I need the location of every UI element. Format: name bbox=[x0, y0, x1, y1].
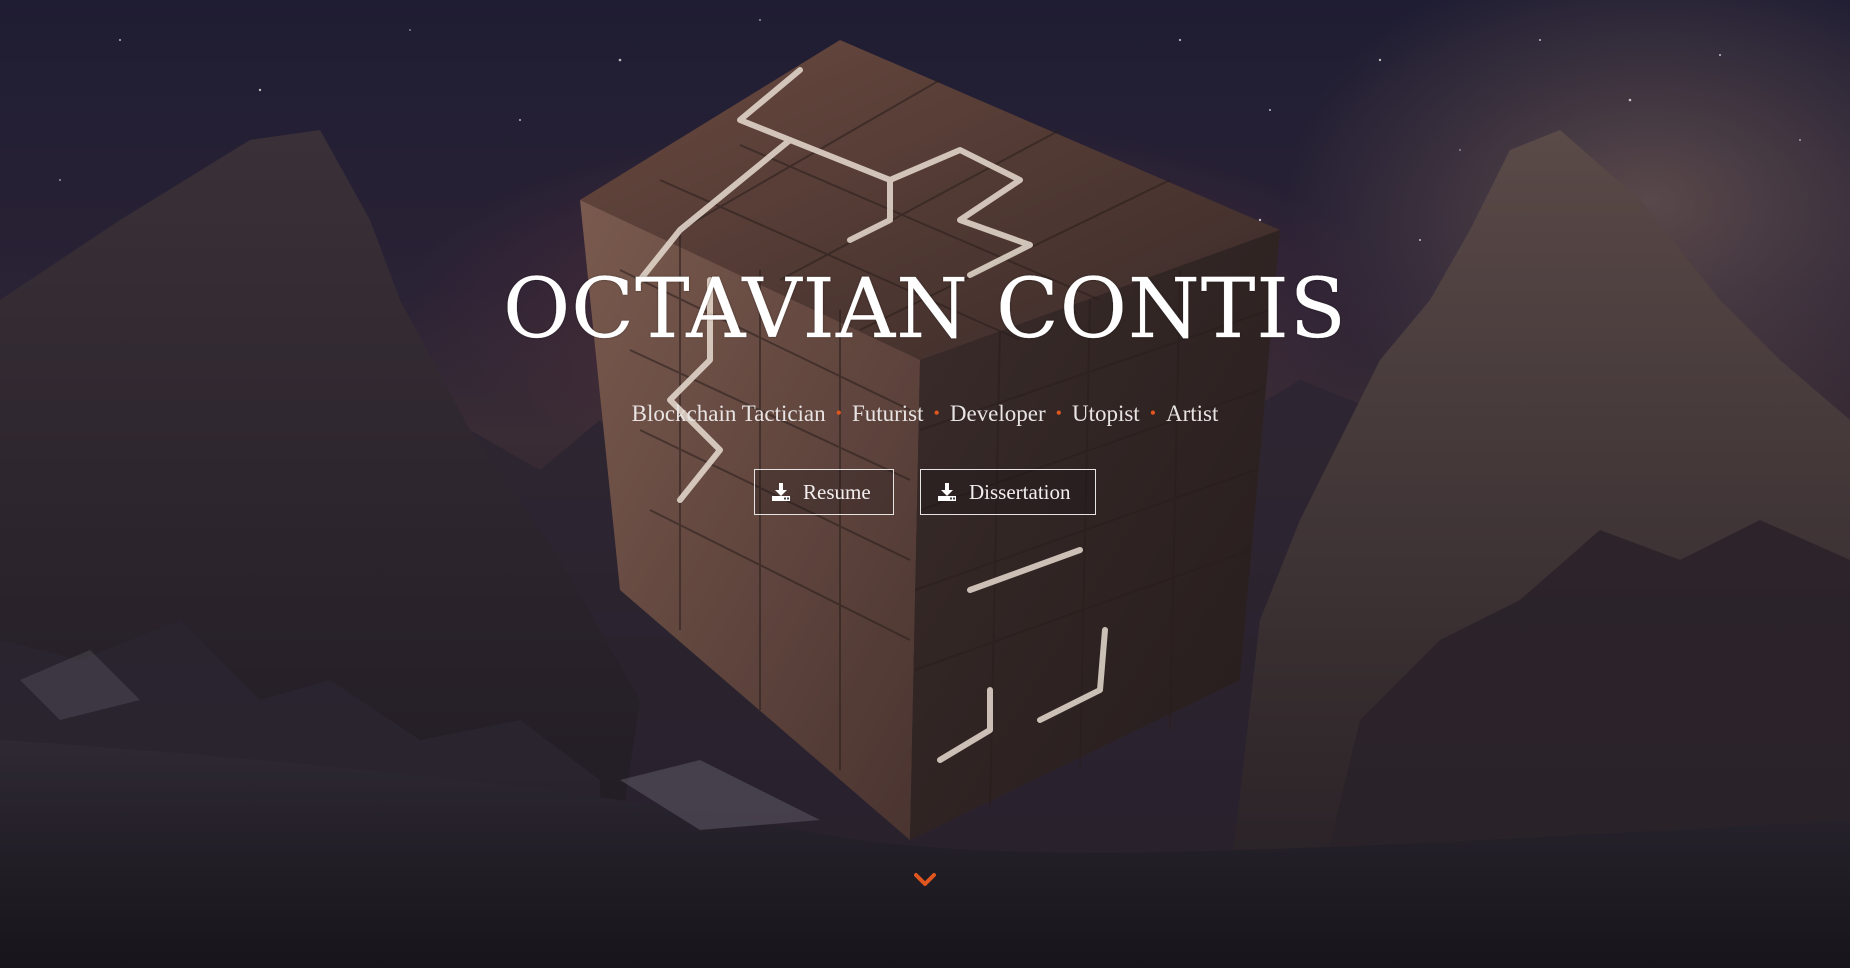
role-developer: Developer bbox=[949, 401, 1046, 426]
role-blockchain-tactician: Blockchain Tactician bbox=[631, 401, 826, 426]
dissertation-button-label: Dissertation bbox=[969, 479, 1071, 504]
separator-dot: • bbox=[1149, 403, 1156, 423]
role-artist: Artist bbox=[1166, 401, 1219, 426]
hero-content: OCTAVIAN CONTIS Blockchain Tactician • Fut… bbox=[0, 0, 1850, 968]
separator-dot: • bbox=[1055, 403, 1062, 423]
resume-button-label: Resume bbox=[803, 479, 871, 504]
resume-button[interactable]: Resume bbox=[754, 469, 894, 515]
role-futurist: Futurist bbox=[851, 401, 924, 426]
tagline: Blockchain Tactician • Futurist • Developer •… bbox=[0, 398, 1850, 429]
download-buttons: Resume Dissertation bbox=[0, 469, 1850, 515]
separator-dot: • bbox=[835, 403, 842, 423]
page-title: OCTAVIAN CONTIS bbox=[503, 262, 1347, 357]
dissertation-button[interactable]: Dissertation bbox=[920, 469, 1096, 515]
download-icon bbox=[937, 482, 957, 502]
role-utopist: Utopist bbox=[1071, 401, 1140, 426]
hero-section: OCTAVIAN CONTIS Blockchain Tactician • Fut… bbox=[0, 0, 1850, 968]
download-icon bbox=[771, 482, 791, 502]
separator-dot: • bbox=[933, 403, 940, 423]
chevron-down-icon[interactable] bbox=[914, 872, 936, 888]
